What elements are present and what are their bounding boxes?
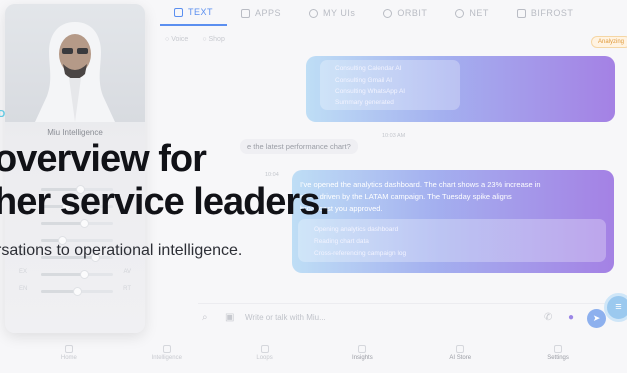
hero-tag: D [0,109,6,120]
bottom-navigation: Home Intelligence Loops Insights AI Stor… [0,345,627,373]
status-badge: Analyzing [591,36,627,48]
loop-icon [260,345,269,353]
brain-icon [162,345,171,353]
slider-fill [41,290,77,293]
menu-fab-button[interactable]: ≡ [604,293,627,322]
avatar-illustration [35,22,115,122]
nav-label: Loops [256,355,273,361]
tab-apps[interactable]: APPS [227,0,295,26]
slider-track[interactable] [41,287,113,296]
slider-value: AV [123,269,131,275]
chat-input[interactable]: Write or talk with Miu... [245,313,326,322]
database-icon [516,8,526,18]
slider-knob[interactable] [79,270,89,279]
tool-call-line: Consulting Calendar AI [335,65,402,72]
gear-icon [554,345,563,353]
nav-label: Intelligence [151,355,182,361]
shop-toggle[interactable]: Shop [202,36,225,43]
message-timestamp: 10:03 AM [382,133,406,139]
hero-headline-line-1: overview for [0,138,207,180]
reply-line: I've opened the analytics dashboard. The… [300,180,541,189]
tab-bifrost[interactable]: BIFROST [503,0,588,26]
tab-net[interactable]: NET [441,0,503,26]
slider-fill [41,273,85,276]
tab-label: NET [469,8,489,18]
tab-text[interactable]: TEXT [160,0,228,26]
tab-label: BIFROST [530,8,574,18]
tab-label: MY UIs [323,8,356,18]
tool-call-line: Consulting WhatsApp AI [335,88,406,95]
slider-label: EX [19,269,28,275]
nav-label: AI Store [449,355,472,361]
tool-call-line: Opening analytics dashboard [314,226,399,233]
insights-icon [358,345,367,353]
phone-slider[interactable]: EN RT [19,286,131,298]
top-tabs: TEXT APPS MY UIs ORBIT NET BIFROST [160,0,627,26]
hero-subtitle: rsations to operational intelligence. [0,242,243,259]
phone-icon[interactable]: ✆ [544,312,552,323]
chat-input-bar: ⌕ ▣ Write or talk with Miu... ✆ ● ➤ [198,303,615,332]
menu-icon: ≡ [615,301,622,313]
tool-call-line: Cross-referencing campaign log [314,250,407,257]
orbit-icon [383,8,393,18]
tab-orbit[interactable]: ORBIT [369,0,441,26]
home-icon [64,345,73,353]
nav-ai-store[interactable]: AI Store [430,345,490,373]
voice-toggle[interactable]: Voice [165,36,188,43]
tab-label: TEXT [188,7,214,17]
slider-knob[interactable] [72,287,82,296]
nav-label: Insights [352,355,373,361]
globe-icon [455,8,465,18]
store-icon [456,345,465,353]
assistant-name: Miu Intelligence [47,128,103,137]
tab-label: APPS [255,8,282,18]
user-message-bubble: e the latest performance chart? [240,139,358,154]
nav-home[interactable]: Home [39,345,99,373]
nav-intelligence[interactable]: Intelligence [137,345,197,373]
attach-icon[interactable]: ⌕ [202,312,208,323]
nav-label: Settings [547,355,569,361]
tool-call-line: Summary generated [335,99,394,106]
slider-label: EN [19,286,28,292]
slider-value: RT [123,286,131,292]
assistant-avatar [5,4,145,122]
nav-label: Home [60,355,77,361]
chat-icon [174,7,183,17]
tool-call-line: Reading chart data [314,238,369,245]
sub-toolbar: Voice Shop [165,36,225,43]
grid-icon [241,8,251,18]
nav-loops[interactable]: Loops [235,345,295,373]
tool-call-line: Consulting Gmail AI [335,77,393,84]
send-button[interactable]: ➤ [587,309,606,328]
image-icon[interactable]: ▣ [225,312,234,323]
nav-settings[interactable]: Settings [528,345,588,373]
slider-track[interactable] [41,270,113,279]
message-timestamp: 10:04 [265,172,279,178]
hero-headline-line-2: her service leaders. [0,181,330,223]
user-circle-icon [309,8,319,18]
phone-slider[interactable]: EX AV [19,269,131,281]
tab-label: ORBIT [397,8,428,18]
nav-insights[interactable]: Insights [332,345,392,373]
microphone-icon[interactable]: ● [568,312,574,323]
reply-line: ek — driven by the LATAM campaign. The T… [300,192,512,201]
tab-my-uis[interactable]: MY UIs [295,0,369,26]
